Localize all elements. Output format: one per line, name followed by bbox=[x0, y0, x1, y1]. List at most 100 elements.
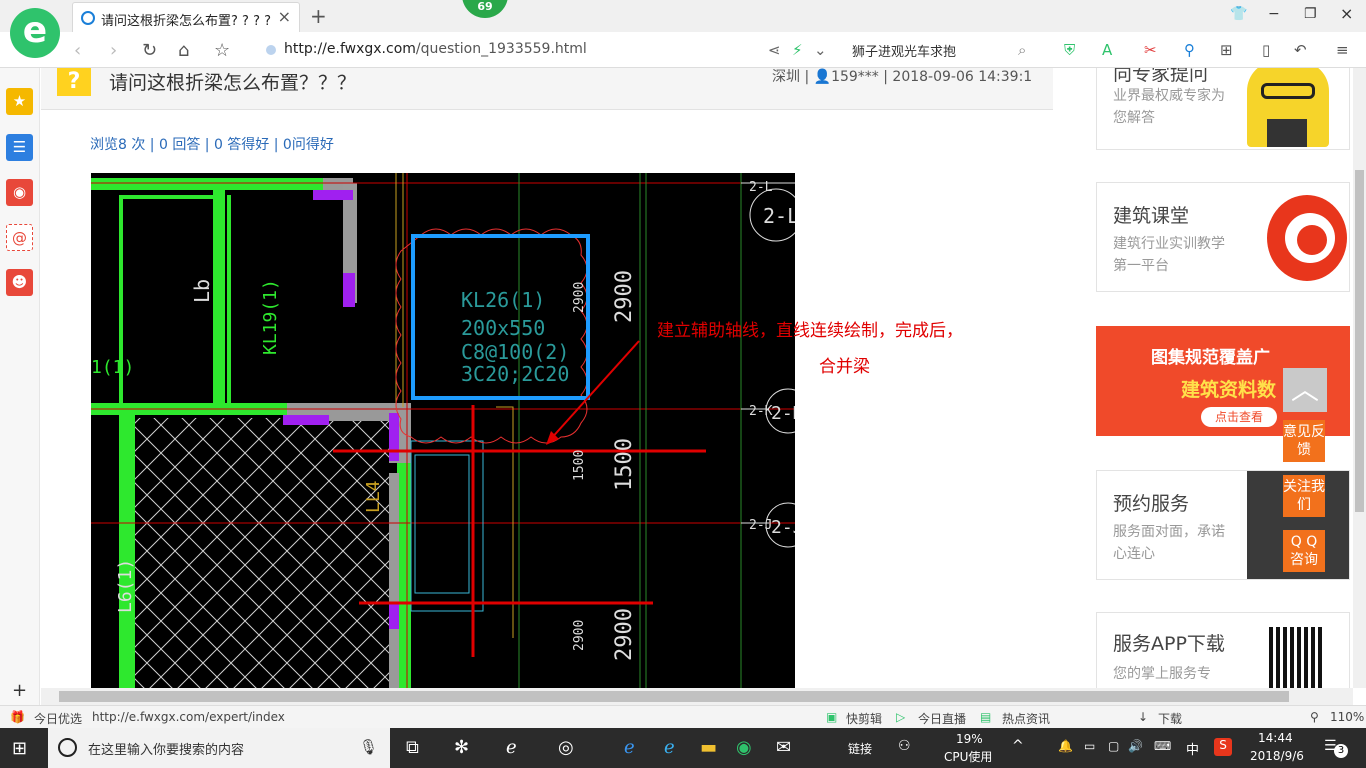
course-card[interactable]: 建筑课堂 建筑行业实训教学第一平台 bbox=[1096, 182, 1350, 292]
people-icon[interactable]: ⚇ bbox=[898, 738, 911, 754]
star-icon[interactable]: ☆ bbox=[214, 40, 230, 61]
sogou-icon[interactable]: S bbox=[1214, 738, 1232, 756]
status-item[interactable]: 今日直播 bbox=[918, 710, 966, 727]
ie-icon[interactable]: ℯ bbox=[664, 737, 675, 758]
meta-location: 深圳 bbox=[772, 69, 800, 85]
status-today-picks[interactable]: 今日优选 bbox=[34, 710, 82, 727]
column bbox=[389, 413, 399, 461]
task-view-icon[interactable]: ⧉ bbox=[406, 737, 419, 758]
tab-close-icon[interactable]: × bbox=[278, 7, 291, 26]
folder-icon[interactable]: ▬ bbox=[700, 737, 717, 758]
qq-consult-button[interactable]: Q Q 咨询 bbox=[1283, 530, 1325, 572]
home-icon[interactable]: ⌂ bbox=[178, 40, 189, 61]
mail-app-icon[interactable]: ✉ bbox=[776, 737, 791, 758]
status-item[interactable]: 下载 bbox=[1158, 710, 1182, 727]
taskbar-search[interactable]: 在这里输入你要搜索的内容 🎙 bbox=[48, 728, 390, 768]
taskbar-search-placeholder: 在这里输入你要搜索的内容 bbox=[88, 743, 245, 758]
cortana-icon bbox=[58, 738, 77, 757]
dim-label: 1500 bbox=[572, 450, 587, 481]
news-icon[interactable]: ☰ bbox=[6, 134, 33, 161]
search-icon[interactable]: ⌕ bbox=[1018, 41, 1026, 59]
scroll-thumb[interactable] bbox=[59, 691, 1289, 702]
bell-icon[interactable]: 🔔 bbox=[1058, 739, 1073, 753]
clock-date[interactable]: 2018/9/6 bbox=[1250, 749, 1304, 763]
slab-hatch bbox=[135, 418, 390, 688]
skin-icon[interactable]: 👕 bbox=[1230, 6, 1247, 22]
network-icon[interactable]: ▢ bbox=[1108, 739, 1119, 753]
new-tab-button[interactable]: + bbox=[310, 4, 327, 28]
browser-app-icon[interactable]: ◉ bbox=[736, 737, 752, 758]
fan-app-icon[interactable]: ✻ bbox=[454, 737, 469, 758]
axis-circle-label: 2-J bbox=[771, 517, 795, 538]
feedback-button[interactable]: 意见反馈 bbox=[1283, 420, 1325, 462]
apps-icon[interactable]: ⊞ bbox=[1220, 41, 1233, 59]
swirl-app-icon[interactable]: ◎ bbox=[558, 737, 574, 758]
card-cta-button[interactable]: 点击查看 bbox=[1201, 407, 1277, 427]
dim-label: 2900 bbox=[612, 270, 637, 323]
back-to-top-icon[interactable]: ︿ bbox=[1283, 368, 1327, 412]
left-sidebar: ★ ☰ ◉ @ ☻ + bbox=[0, 68, 40, 706]
close-button[interactable]: × bbox=[1340, 4, 1353, 23]
forward-icon[interactable]: › bbox=[110, 40, 117, 61]
question-meta: 深圳 | 👤159*** | 2018-09-06 14:39:1 bbox=[772, 69, 1033, 85]
column bbox=[389, 603, 399, 629]
maximize-button[interactable]: ❐ bbox=[1304, 6, 1317, 22]
vertical-scrollbar[interactable] bbox=[1353, 68, 1366, 688]
secure-icon bbox=[266, 45, 276, 55]
clock-time[interactable]: 14:44 bbox=[1258, 731, 1293, 745]
undo-icon[interactable]: ↶ bbox=[1294, 41, 1307, 59]
search-box[interactable]: 狮子进观光车求抱 bbox=[852, 41, 956, 60]
mic-icon[interactable]: 🎙 bbox=[359, 738, 378, 756]
chevron-down-icon[interactable]: ⌄ bbox=[814, 41, 827, 59]
card-title: 服务APP下载 bbox=[1113, 633, 1225, 655]
scissors-icon[interactable]: ✂ bbox=[1144, 41, 1157, 59]
back-icon[interactable]: ‹ bbox=[74, 40, 81, 61]
user-icon: 👤 bbox=[813, 69, 832, 85]
card-title: 预约服务 bbox=[1113, 493, 1190, 515]
volume-icon[interactable]: 🔊 bbox=[1128, 739, 1143, 753]
add-icon[interactable]: + bbox=[12, 680, 27, 701]
meta-user[interactable]: 159*** bbox=[831, 69, 879, 85]
status-item[interactable]: 快剪辑 bbox=[846, 710, 882, 727]
question-icon: ? bbox=[57, 68, 91, 96]
url-field[interactable]: http://e.fwxgx.com/question_1933559.html bbox=[284, 41, 587, 57]
zoom-level[interactable]: 110% bbox=[1330, 710, 1364, 724]
question-title: 请问这根折梁怎么布置？？？ bbox=[109, 72, 357, 94]
game-icon[interactable]: ☻ bbox=[6, 269, 33, 296]
dim-label: 2900 bbox=[572, 620, 587, 651]
cad-screenshot[interactable]: KL26(1) 200x550 C8@100(2) 3C20;2C20 Lb K… bbox=[91, 173, 795, 688]
favorites-icon[interactable]: ★ bbox=[6, 88, 33, 115]
taskbar-link-label[interactable]: 链接 bbox=[848, 740, 872, 757]
edge-icon[interactable]: ℯ bbox=[624, 737, 635, 758]
axis-circle-label: 2-L bbox=[763, 204, 795, 228]
shield-icon[interactable]: ⛨ bbox=[1064, 41, 1075, 59]
share-icon[interactable]: ⋖ bbox=[768, 41, 781, 59]
card-subtitle: 业界最权威专家为您解答 bbox=[1113, 88, 1225, 126]
browser-logo[interactable]: e bbox=[10, 8, 60, 58]
scroll-thumb[interactable] bbox=[1355, 170, 1364, 512]
horizontal-scrollbar[interactable] bbox=[41, 688, 1353, 705]
menu-icon[interactable]: ≡ bbox=[1336, 41, 1349, 59]
magnifier-icon[interactable]: ⚲ bbox=[1184, 41, 1195, 59]
keyboard-icon[interactable]: ⌨ bbox=[1154, 739, 1171, 753]
mail-icon[interactable]: @ bbox=[6, 224, 33, 251]
minimize-button[interactable]: − bbox=[1268, 6, 1280, 22]
translate-icon[interactable]: A bbox=[1102, 41, 1112, 59]
windows-start-icon[interactable]: ⊞ bbox=[12, 738, 27, 759]
follow-button[interactable]: 关注我们 bbox=[1283, 475, 1325, 517]
battery-icon[interactable]: ▭ bbox=[1084, 739, 1095, 753]
weibo-icon[interactable]: ◉ bbox=[6, 179, 33, 206]
ie-app-icon[interactable]: ℯ bbox=[506, 737, 517, 758]
sidebar-icon[interactable]: ▯ bbox=[1262, 41, 1270, 59]
chevron-up-icon[interactable]: ^ bbox=[1012, 738, 1024, 754]
refresh-icon[interactable]: ↻ bbox=[142, 40, 157, 61]
question-header: ? 请问这根折梁怎么布置？？？ 深圳 | 👤159*** | 2018-09-0… bbox=[41, 68, 1053, 110]
app-download-card[interactable]: 服务APP下载 您的掌上服务专 bbox=[1096, 612, 1350, 688]
ime-indicator[interactable]: 中 bbox=[1186, 739, 1199, 758]
browser-tab[interactable]: 请问这根折梁怎么布置? ? ? ? _ × bbox=[72, 2, 300, 32]
status-item[interactable]: 热点资讯 bbox=[1002, 710, 1050, 727]
expert-card[interactable]: 向专家提问 业界最权威专家为您解答 bbox=[1096, 68, 1350, 150]
bolt-icon[interactable]: ⚡ bbox=[792, 41, 803, 59]
kl26-rebar: 3C20;2C20 bbox=[461, 362, 569, 386]
left-beam-label: 1(1) bbox=[91, 357, 134, 378]
